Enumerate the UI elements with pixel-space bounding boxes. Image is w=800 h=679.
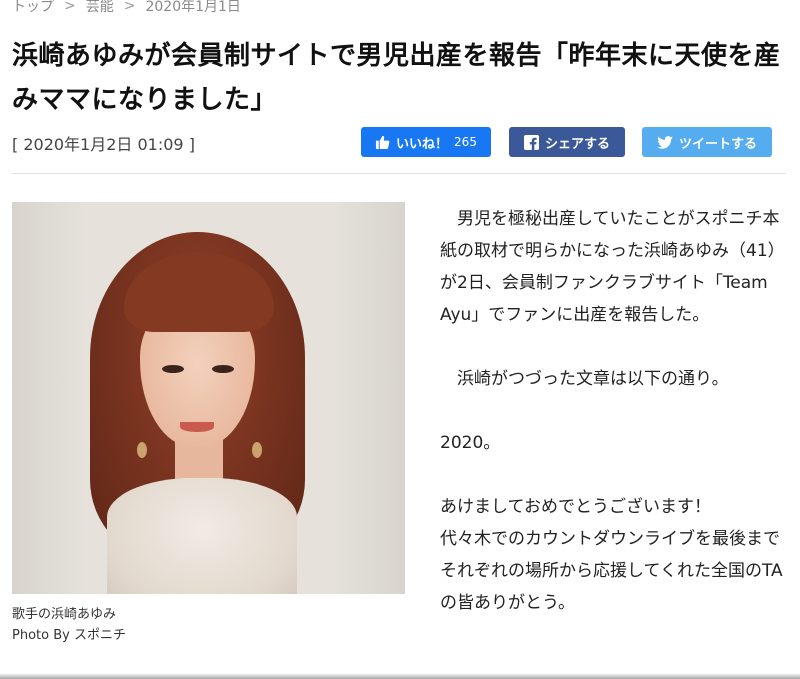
page-bottom-edge (0, 673, 800, 679)
breadcrumb: トップ > 芸能 > 2020年1月1日 (12, 0, 241, 16)
breadcrumb-date[interactable]: 2020年1月1日 (145, 0, 240, 16)
article-date: [ 2020年1月2日 01:09 ] (12, 135, 195, 154)
twitter-icon (657, 135, 673, 149)
breadcrumb-separator: > (123, 0, 136, 14)
photo-caption: 歌手の浜崎あゆみ Photo By スポニチ (12, 604, 126, 646)
header-divider (12, 173, 786, 174)
like-count: 265 (454, 135, 477, 149)
body-paragraph: 2020。 (440, 433, 501, 453)
like-label: いいね！ (396, 136, 449, 152)
article-photo[interactable] (12, 202, 405, 594)
photo-caption-text: 歌手の浜崎あゆみ (12, 607, 117, 622)
like-button[interactable]: いいね！ 265 (361, 127, 491, 157)
body-paragraph: あけましておめでとうございます！ 代々木でのカウントダウンライブを最後までそれぞ… (440, 497, 783, 613)
breadcrumb-entertainment[interactable]: 芸能 (86, 0, 114, 16)
article-title: 浜崎あゆみが会員制サイトで男児出産を報告「昨年末に天使を産みママになりました」 (12, 41, 781, 115)
facebook-icon (523, 134, 539, 150)
tweet-button[interactable]: ツイートする (642, 127, 772, 157)
body-paragraph: 浜崎がつづった文章は以下の通り。 (457, 369, 729, 389)
share-label: シェアする (544, 136, 610, 152)
tweet-label: ツイートする (678, 136, 757, 152)
facebook-share-button[interactable]: シェアする (509, 127, 625, 157)
breadcrumb-separator: > (64, 0, 76, 14)
photo-credit: Photo By スポニチ (12, 628, 126, 643)
article-body: 男児を極秘出産していたことがスポニチ本紙の取材で明らかになった浜崎あゆみ（41）… (440, 203, 785, 651)
body-paragraph: 男児を極秘出産していたことがスポニチ本紙の取材で明らかになった浜崎あゆみ（41）… (440, 209, 785, 325)
share-buttons: いいね！ 265 シェアする ツイートする (361, 127, 772, 157)
thumbs-up-icon (375, 135, 390, 149)
breadcrumb-top[interactable]: トップ (12, 0, 54, 16)
